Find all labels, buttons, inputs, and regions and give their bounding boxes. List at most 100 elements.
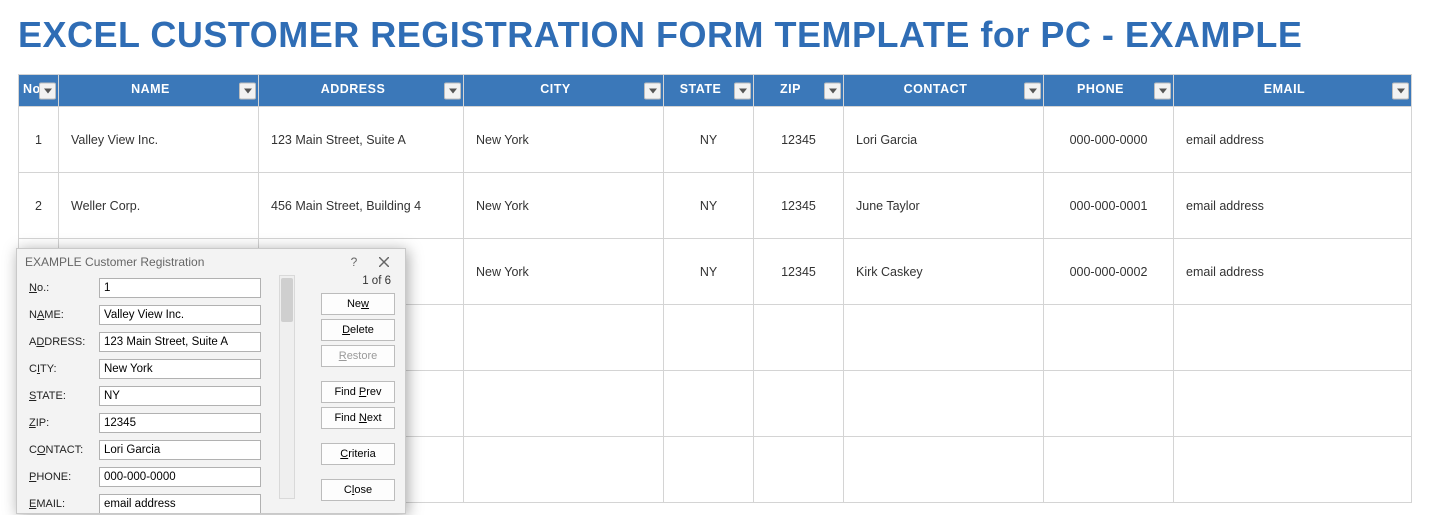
- filter-dropdown-icon[interactable]: [39, 82, 56, 99]
- table-cell[interactable]: [664, 371, 754, 437]
- col-header-contact[interactable]: CONTACT: [844, 75, 1044, 107]
- email-field[interactable]: [99, 494, 261, 514]
- table-cell[interactable]: [464, 371, 664, 437]
- table-cell[interactable]: [1044, 305, 1174, 371]
- table-cell[interactable]: New York: [464, 107, 664, 173]
- table-cell[interactable]: [1044, 437, 1174, 503]
- criteria-button[interactable]: Criteria: [321, 443, 395, 465]
- filter-dropdown-icon[interactable]: [734, 82, 751, 99]
- find-next-button[interactable]: Find Next: [321, 407, 395, 429]
- delete-button[interactable]: Delete: [321, 319, 395, 341]
- dialog-body: No.: NAME: ADDRESS: CITY: STATE: ZIP: CO…: [17, 275, 405, 513]
- record-counter: 1 of 6: [362, 275, 391, 287]
- table-cell[interactable]: New York: [464, 173, 664, 239]
- col-header-label: NAME: [59, 82, 258, 96]
- no-field[interactable]: [99, 278, 261, 298]
- state-field[interactable]: [99, 386, 261, 406]
- close-icon[interactable]: [369, 251, 399, 273]
- col-header-address[interactable]: ADDRESS: [259, 75, 464, 107]
- dialog-fields: No.: NAME: ADDRESS: CITY: STATE: ZIP: CO…: [29, 275, 273, 507]
- dialog-titlebar[interactable]: EXAMPLE Customer Registration ?: [17, 249, 405, 275]
- table-cell[interactable]: 12345: [754, 239, 844, 305]
- address-field[interactable]: [99, 332, 261, 352]
- col-header-label: CONTACT: [844, 82, 1043, 96]
- phone-field[interactable]: [99, 467, 261, 487]
- filter-dropdown-icon[interactable]: [644, 82, 661, 99]
- table-cell[interactable]: Kirk Caskey: [844, 239, 1044, 305]
- table-row[interactable]: 2Weller Corp.456 Main Street, Building 4…: [19, 173, 1412, 239]
- table-cell[interactable]: NY: [664, 173, 754, 239]
- table-cell[interactable]: email address: [1174, 173, 1412, 239]
- filter-dropdown-icon[interactable]: [444, 82, 461, 99]
- field-label-contact: CONTACT:: [29, 444, 95, 456]
- field-label-name: NAME:: [29, 309, 95, 321]
- filter-dropdown-icon[interactable]: [1392, 82, 1409, 99]
- table-cell[interactable]: [1174, 437, 1412, 503]
- dialog-title: EXAMPLE Customer Registration: [25, 255, 339, 269]
- table-cell[interactable]: 12345: [754, 173, 844, 239]
- table-cell[interactable]: [464, 437, 664, 503]
- table-cell[interactable]: [1044, 371, 1174, 437]
- col-header-city[interactable]: CITY: [464, 75, 664, 107]
- table-cell[interactable]: email address: [1174, 107, 1412, 173]
- table-cell[interactable]: 000-000-0002: [1044, 239, 1174, 305]
- table-cell[interactable]: 000-000-0001: [1044, 173, 1174, 239]
- field-label-phone: PHONE:: [29, 471, 95, 483]
- table-cell[interactable]: [464, 305, 664, 371]
- table-cell[interactable]: [754, 437, 844, 503]
- table-cell[interactable]: 000-000-0000: [1044, 107, 1174, 173]
- col-header-label: CITY: [464, 82, 663, 96]
- table-cell[interactable]: [844, 305, 1044, 371]
- table-cell[interactable]: 123 Main Street, Suite A: [259, 107, 464, 173]
- filter-dropdown-icon[interactable]: [239, 82, 256, 99]
- col-header-name[interactable]: NAME: [59, 75, 259, 107]
- close-button[interactable]: Close: [321, 479, 395, 501]
- scrollbar-thumb[interactable]: [281, 278, 293, 322]
- table-cell[interactable]: Valley View Inc.: [59, 107, 259, 173]
- find-prev-button[interactable]: Find Prev: [321, 381, 395, 403]
- table-cell[interactable]: [664, 437, 754, 503]
- table-cell[interactable]: 456 Main Street, Building 4: [259, 173, 464, 239]
- table-cell[interactable]: 2: [19, 173, 59, 239]
- table-cell[interactable]: [1174, 305, 1412, 371]
- page-title: EXCEL CUSTOMER REGISTRATION FORM TEMPLAT…: [18, 14, 1412, 56]
- table-cell[interactable]: Weller Corp.: [59, 173, 259, 239]
- field-label-zip: ZIP:: [29, 417, 95, 429]
- filter-dropdown-icon[interactable]: [1024, 82, 1041, 99]
- table-cell[interactable]: [664, 305, 754, 371]
- col-header-phone[interactable]: PHONE: [1044, 75, 1174, 107]
- table-cell[interactable]: NY: [664, 239, 754, 305]
- table-cell[interactable]: email address: [1174, 239, 1412, 305]
- city-field[interactable]: [99, 359, 261, 379]
- table-cell[interactable]: [754, 305, 844, 371]
- restore-button[interactable]: Restore: [321, 345, 395, 367]
- col-header-no[interactable]: No.: [19, 75, 59, 107]
- contact-field[interactable]: [99, 440, 261, 460]
- field-label-no: No.:: [29, 282, 95, 294]
- col-header-zip[interactable]: ZIP: [754, 75, 844, 107]
- table-cell[interactable]: NY: [664, 107, 754, 173]
- zip-field[interactable]: [99, 413, 261, 433]
- table-cell[interactable]: [844, 371, 1044, 437]
- table-cell[interactable]: 12345: [754, 107, 844, 173]
- col-header-label: ADDRESS: [259, 82, 463, 96]
- filter-dropdown-icon[interactable]: [824, 82, 841, 99]
- table-header-row: No. NAME ADDRESS CITY STATE ZIP: [19, 75, 1412, 107]
- table-row[interactable]: 1Valley View Inc.123 Main Street, Suite …: [19, 107, 1412, 173]
- new-button[interactable]: New: [321, 293, 395, 315]
- table-cell[interactable]: [754, 371, 844, 437]
- table-cell[interactable]: 1: [19, 107, 59, 173]
- col-header-email[interactable]: EMAIL: [1174, 75, 1412, 107]
- col-header-state[interactable]: STATE: [664, 75, 754, 107]
- data-form-dialog[interactable]: EXAMPLE Customer Registration ? No.: NAM…: [16, 248, 406, 514]
- table-cell[interactable]: June Taylor: [844, 173, 1044, 239]
- table-cell[interactable]: Lori Garcia: [844, 107, 1044, 173]
- dialog-scrollbar[interactable]: [279, 275, 295, 499]
- help-icon[interactable]: ?: [339, 251, 369, 273]
- filter-dropdown-icon[interactable]: [1154, 82, 1171, 99]
- name-field[interactable]: [99, 305, 261, 325]
- field-label-city: CITY:: [29, 363, 95, 375]
- table-cell[interactable]: [844, 437, 1044, 503]
- table-cell[interactable]: [1174, 371, 1412, 437]
- table-cell[interactable]: New York: [464, 239, 664, 305]
